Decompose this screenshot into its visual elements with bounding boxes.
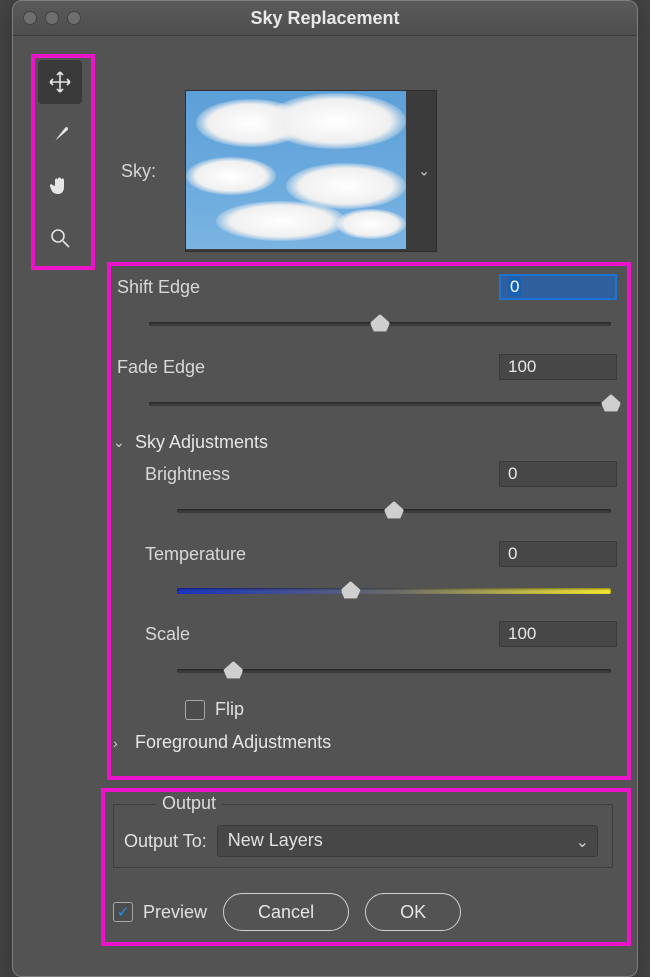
brightness-input[interactable]: 0 (499, 461, 617, 487)
close-window-icon[interactable] (23, 11, 37, 25)
sky-thumbnail (186, 91, 406, 249)
titlebar[interactable]: Sky Replacement (13, 1, 637, 36)
brightness-slider[interactable] (177, 499, 611, 521)
zoom-icon (48, 226, 72, 250)
output-to-label: Output To: (124, 831, 207, 852)
chevron-down-icon: ⌄ (418, 163, 430, 180)
ok-button[interactable]: OK (365, 893, 461, 931)
foreground-adjustments-toggle[interactable]: › Foreground Adjustments (113, 732, 617, 753)
fade-edge-label: Fade Edge (117, 357, 205, 378)
scale-slider[interactable] (177, 659, 611, 681)
temperature-input[interactable]: 0 (499, 541, 617, 567)
chevron-right-icon: › (113, 735, 129, 751)
flip-label: Flip (215, 699, 244, 720)
fade-edge-slider[interactable] (149, 392, 611, 414)
zoom-tool-button[interactable] (38, 216, 82, 260)
preview-checkbox[interactable] (113, 902, 133, 922)
chevron-down-icon: ⌄ (113, 434, 129, 451)
sky-adjustments-toggle[interactable]: ⌄ Sky Adjustments (113, 432, 617, 453)
hand-tool-button[interactable] (38, 164, 82, 208)
shift-edge-label: Shift Edge (117, 277, 200, 298)
temperature-slider[interactable] (177, 579, 611, 601)
scale-input[interactable]: 100 (499, 621, 617, 647)
scale-label: Scale (145, 624, 190, 645)
window-title: Sky Replacement (250, 8, 399, 28)
sky-preset-dropdown[interactable]: ⌄ (185, 90, 437, 252)
output-legend: Output (156, 793, 222, 814)
move-tool-button[interactable] (38, 60, 82, 104)
window-controls[interactable] (23, 1, 81, 35)
cancel-button[interactable]: Cancel (223, 893, 349, 931)
toolstrip (35, 60, 85, 260)
brush-icon (48, 122, 72, 146)
output-fieldset: Output Output To: New Layers (113, 804, 613, 868)
maximize-window-icon[interactable] (67, 11, 81, 25)
brightness-label: Brightness (145, 464, 230, 485)
sky-label: Sky: (121, 161, 181, 182)
shift-edge-input[interactable]: 0 (499, 274, 617, 300)
fade-edge-input[interactable]: 100 (499, 354, 617, 380)
temperature-label: Temperature (145, 544, 246, 565)
brush-tool-button[interactable] (38, 112, 82, 156)
move-icon (48, 70, 72, 94)
flip-checkbox[interactable] (185, 700, 205, 720)
shift-edge-slider[interactable] (149, 312, 611, 334)
preview-label: Preview (143, 902, 207, 923)
output-to-select[interactable]: New Layers (217, 825, 598, 857)
hand-icon (48, 174, 72, 198)
minimize-window-icon[interactable] (45, 11, 59, 25)
sky-replacement-dialog: Sky Replacement (12, 0, 638, 977)
